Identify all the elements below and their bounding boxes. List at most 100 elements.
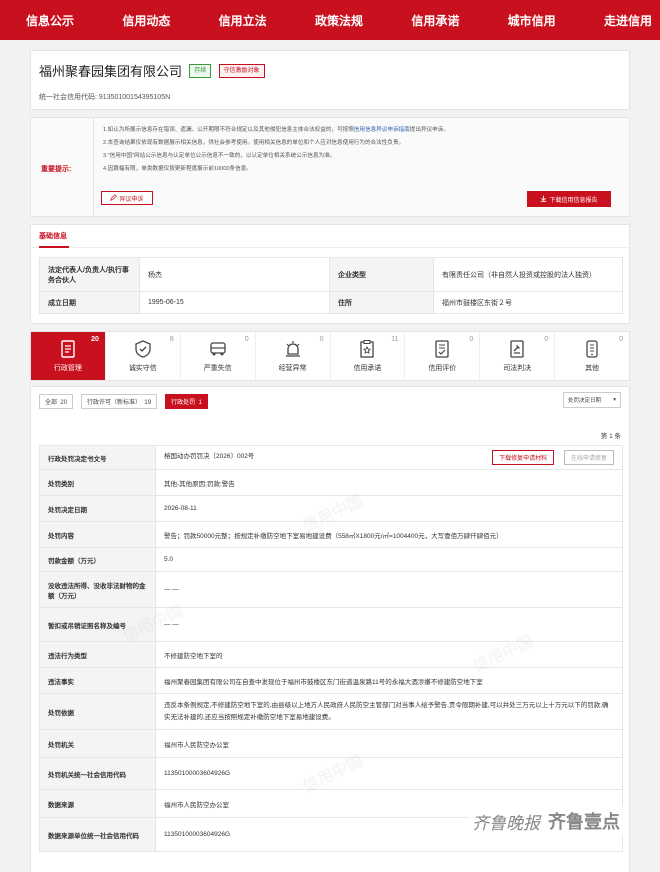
credit-code-label: 统一社会信用代码: — [39, 94, 97, 101]
table-row: 罚款金额（万元） 5.0 — [39, 547, 623, 572]
field-label: 处罚决定日期 — [39, 495, 156, 522]
company-type-label: 企业类型 — [329, 257, 434, 292]
status-badge: 存续 — [189, 63, 212, 78]
field-label: 行政处罚决定书文号 — [39, 445, 156, 470]
nav-credit-commitment[interactable]: 信用承诺 — [411, 12, 459, 29]
field-value: — — — [155, 571, 623, 608]
filter-admin-penalty[interactable]: 行政处罚 1 — [165, 394, 208, 409]
field-label: 违法行为类型 — [39, 641, 156, 668]
tab-label: 诚实守信 — [128, 365, 157, 372]
nav-about-credit[interactable]: 走进信用 — [604, 12, 652, 29]
table-row: 行政处罚决定书文号 榕国动办罚罚决〔2026〕002号 下载修复申请材料 在线申… — [39, 445, 623, 470]
tab-count: 0 — [544, 336, 549, 343]
legal-rep-label: 法定代表人/负责人/执行事务合伙人 — [39, 257, 140, 292]
basic-info-title: 基础信息 — [31, 225, 629, 248]
credit-code: 统一社会信用代码: 91350100154395105N — [39, 92, 621, 102]
field-value: 福州聚春园集团有限公司在自查中发现位于福州市鼓楼区东门街道温泉路11号的永福大酒… — [155, 667, 623, 694]
document-icon — [57, 339, 79, 359]
field-value: 榕国动办罚罚决〔2026〕002号 下载修复申请材料 在线申请修复 — [155, 445, 623, 470]
qilu-evening-logo: 齐鲁晚报 — [472, 813, 540, 834]
media-logo: 齐鲁晚报 齐鲁壹点 — [468, 806, 624, 836]
tab-count: 0 — [319, 336, 324, 343]
address-label: 住所 — [329, 291, 434, 314]
basic-info: 基础信息 法定代表人/负责人/执行事务合伙人 杨杰 企业类型 有限责任公司（非自… — [30, 224, 630, 324]
download-repair-materials-button[interactable]: 下载修复申请材料 — [492, 450, 555, 465]
record-index: 第 1 条 — [600, 433, 621, 440]
evaluation-icon — [431, 339, 453, 359]
tab-judicial[interactable]: 0 司法判决 — [480, 332, 556, 380]
field-label: 数据来源 — [39, 789, 156, 818]
notice-line-1: 1.如认为所展示信息存在错误、遗漏、公开期限不符合规定以及其他侵犯信息主体合法权… — [103, 127, 449, 133]
nav-credit-legislation[interactable]: 信用立法 — [219, 12, 267, 29]
table-row: 处罚类别 其他-其他原因;罚款;警告 — [39, 469, 623, 496]
nav-info-disclosure[interactable]: 信息公示 — [26, 12, 74, 29]
appeal-button-label: 异议申诉 — [119, 196, 144, 203]
tab-label: 严重失信 — [203, 365, 232, 372]
field-value: 警告；罚款50000元整；按规定补缴防空地下室易地建设费（558㎡X1800元/… — [155, 521, 623, 548]
nav-credit-news[interactable]: 信用动态 — [122, 12, 170, 29]
company-header: 福州聚春园集团有限公司 存续 守信激励对象 统一社会信用代码: 91350100… — [30, 50, 630, 110]
tab-honesty[interactable]: 8 诚实守信 — [106, 332, 181, 380]
field-label: 处罚机关 — [39, 729, 156, 758]
download-report-label: 下载信用信息报告 — [549, 197, 598, 204]
field-value: 不修建防空地下室的 — [155, 641, 623, 668]
filter-all[interactable]: 全部 20 — [39, 394, 74, 409]
field-label: 处罚依据 — [39, 693, 156, 730]
category-tabs: 20 行政管理 8 诚实守信 0 严重失信 0 经营异常 11 信用承诺 0 信… — [30, 331, 630, 381]
company-name: 福州聚春园集团有限公司 — [39, 64, 183, 79]
filter-admin-license[interactable]: 行政许可（新标准） 19 — [81, 394, 158, 409]
table-row: 处罚依据 违反本条例规定,不修建防空地下室的,由县级以上地方人民政府人民防空主管部… — [39, 693, 623, 730]
nav-city-credit[interactable]: 城市信用 — [508, 12, 556, 29]
tab-credit-commitment[interactable]: 11 信用承诺 — [331, 332, 406, 380]
record-filters: 全部 20 行政许可（新标准） 19 行政处罚 1 — [39, 394, 208, 409]
address-value: 福州市鼓楼区东街２号 — [433, 291, 623, 314]
field-label: 处罚机关统一社会信用代码 — [39, 757, 156, 790]
legal-rep-value: 杨杰 — [139, 257, 330, 292]
tab-label: 经营异常 — [278, 365, 307, 372]
top-navigation: 信息公示 信用动态 信用立法 政策法规 信用承诺 城市信用 走进信用 — [0, 0, 660, 40]
tab-administrative[interactable]: 20 行政管理 — [31, 332, 106, 380]
field-value: 2026-08-11 — [155, 495, 623, 522]
commitment-icon — [356, 339, 378, 359]
table-row: 处罚内容 警告；罚款50000元整；按规定补缴防空地下室易地建设费（558㎡X18… — [39, 521, 623, 548]
chevron-down-icon: ▾ — [613, 397, 616, 403]
notice-label: 重要提示: — [41, 166, 72, 173]
tab-label: 信用承诺 — [353, 365, 382, 372]
tab-credit-evaluation[interactable]: 0 信用评价 — [405, 332, 481, 380]
download-icon — [540, 195, 547, 204]
qilu-yidian-logo: 齐鲁壹点 — [548, 812, 620, 832]
table-row: 没收违法所得、没收非法财物的金额（万元） — — — [39, 571, 623, 608]
company-type-value: 有限责任公司（非自然人投资或控股的法人独资） — [433, 257, 623, 292]
field-label: 处罚类别 — [39, 469, 156, 496]
tab-other[interactable]: 0 其他 — [555, 332, 629, 380]
appeal-guide-link[interactable]: 信用信息异议申诉指南 — [354, 127, 410, 133]
sort-select[interactable]: 处罚决定日期 ▾ — [563, 392, 621, 408]
alarm-icon — [282, 339, 304, 359]
table-row: 处罚决定日期 2026-08-11 — [39, 495, 623, 522]
notice-line-3: 3."信用中国"网站公示信息与认定单位公示信息不一致的，以认定单位相关系统公示信… — [103, 153, 336, 159]
penalty-detail-table: 行政处罚决定书文号 榕国动办罚罚决〔2026〕002号 下载修复申请材料 在线申… — [39, 445, 623, 852]
table-row: 违法行为类型 不修建防空地下室的 — [39, 641, 623, 668]
tab-serious-dishonesty[interactable]: 0 严重失信 — [181, 332, 256, 380]
field-value: 违反本条例规定,不修建防空地下室的,由县级以上地方人民政府人民防空主管部门对当事… — [155, 693, 623, 730]
appeal-button[interactable]: 异议申诉 — [101, 191, 153, 205]
bus-icon — [207, 339, 229, 359]
sort-select-value: 处罚决定日期 — [568, 398, 602, 404]
notice-line-2: 2.本查询结果仅依现有数据展示相关信息，供社会参考使用。使用相关信息的单位和个人… — [103, 140, 405, 146]
tab-count: 0 — [469, 336, 474, 343]
field-value: 福州市人民防空办公室 — [155, 729, 623, 758]
tab-label: 行政管理 — [53, 365, 82, 372]
field-label: 暂扣或吊销证照名称及编号 — [39, 607, 156, 642]
tab-label: 信用评价 — [428, 365, 457, 372]
field-value: — — — [155, 607, 623, 642]
online-repair-button[interactable]: 在线申请修复 — [563, 450, 614, 465]
table-row: 暂扣或吊销证照名称及编号 — — — [39, 607, 623, 642]
phone-icon — [581, 339, 603, 359]
download-report-button[interactable]: 下载信用信息报告 — [527, 191, 611, 207]
table-row: 处罚机关 福州市人民防空办公室 — [39, 729, 623, 758]
nav-policies[interactable]: 政策法规 — [315, 12, 363, 29]
field-label: 处罚内容 — [39, 521, 156, 548]
tab-business-abnormal[interactable]: 0 经营异常 — [256, 332, 331, 380]
shield-icon — [132, 339, 154, 359]
field-value: 5.0 — [155, 547, 623, 572]
